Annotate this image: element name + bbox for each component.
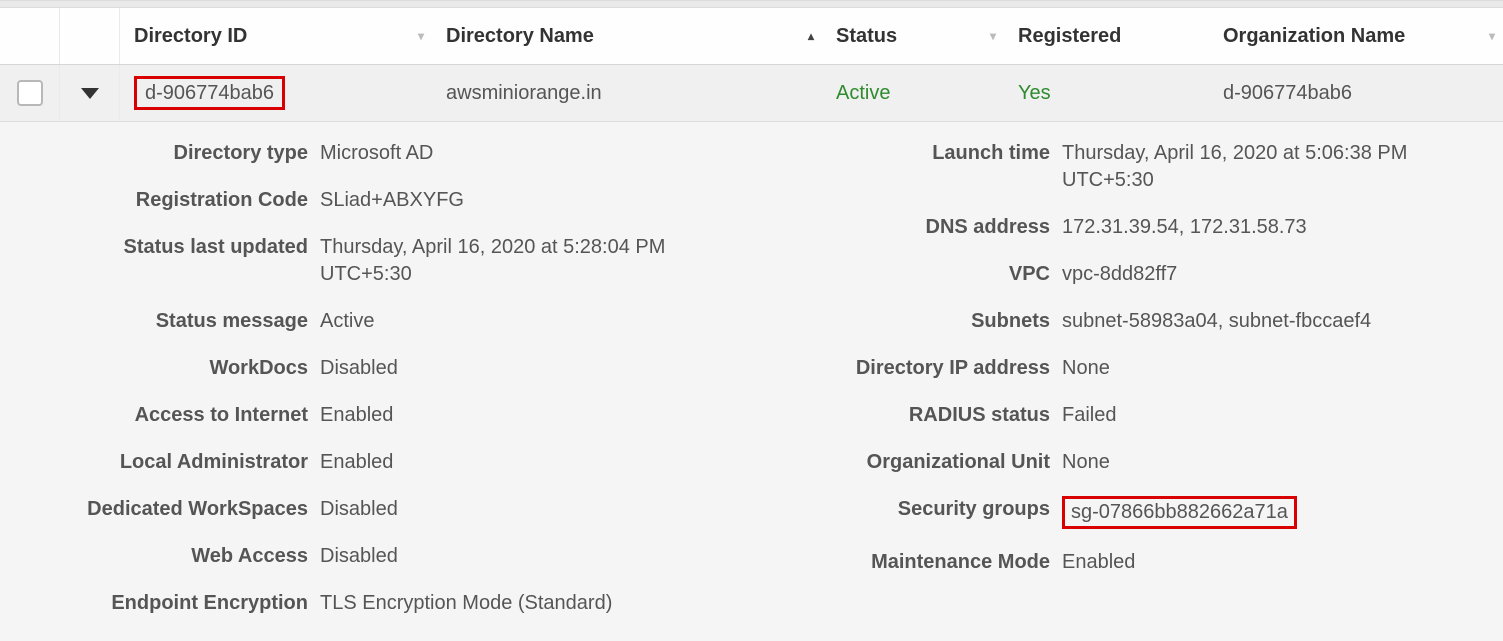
cell-directory-id: d-906774bab6: [134, 76, 285, 110]
column-status-label: Status: [836, 25, 897, 48]
detail-dedicated-workspaces: Dedicated WorkSpaces Disabled: [50, 496, 785, 523]
value-subnets: subnet-58983a04, subnet-fbccaef4: [1062, 308, 1371, 335]
sort-asc-icon: ▴: [808, 29, 814, 43]
column-registered-label: Registered: [1018, 25, 1121, 48]
detail-registration-code: Registration Code SLiad+ABXYFG: [50, 187, 785, 214]
details-col-right: Launch time Thursday, April 16, 2020 at …: [785, 140, 1503, 637]
sort-dropdown-icon: ▾: [990, 29, 996, 43]
detail-launch-time: Launch time Thursday, April 16, 2020 at …: [785, 140, 1493, 194]
column-directory-name[interactable]: Directory Name ▴: [432, 8, 822, 64]
value-security-groups: sg-07866bb882662a71a: [1062, 496, 1297, 529]
value-endpoint-encryption: TLS Encryption Mode (Standard): [320, 590, 612, 617]
column-directory-name-label: Directory Name: [446, 25, 594, 48]
cell-registered: Yes: [1018, 82, 1051, 105]
value-launch-time: Thursday, April 16, 2020 at 5:06:38 PM U…: [1062, 140, 1492, 194]
label-maintenance-mode: Maintenance Mode: [785, 549, 1062, 576]
detail-workdocs: WorkDocs Disabled: [50, 355, 785, 382]
detail-web-access: Web Access Disabled: [50, 543, 785, 570]
column-directory-id-label: Directory ID: [134, 25, 247, 48]
value-local-administrator: Enabled: [320, 449, 393, 476]
value-web-access: Disabled: [320, 543, 398, 570]
value-directory-type: Microsoft AD: [320, 140, 433, 167]
value-organizational-unit: None: [1062, 449, 1110, 476]
detail-security-groups: Security groups sg-07866bb882662a71a: [785, 496, 1493, 529]
label-access-to-internet: Access to Internet: [50, 402, 320, 429]
detail-organizational-unit: Organizational Unit None: [785, 449, 1493, 476]
value-workdocs: Disabled: [320, 355, 398, 382]
details-col-left: Directory type Microsoft AD Registration…: [50, 140, 785, 637]
label-launch-time: Launch time: [785, 140, 1062, 167]
value-status-last-updated: Thursday, April 16, 2020 at 5:28:04 PM U…: [320, 234, 750, 288]
detail-local-administrator: Local Administrator Enabled: [50, 449, 785, 476]
value-registration-code: SLiad+ABXYFG: [320, 187, 464, 214]
column-organization-name[interactable]: Organization Name ▾: [1209, 8, 1503, 64]
expand-row-icon[interactable]: [81, 88, 99, 99]
label-subnets: Subnets: [785, 308, 1062, 335]
label-vpc: VPC: [785, 261, 1062, 288]
detail-directory-type: Directory type Microsoft AD: [50, 140, 785, 167]
label-status-last-updated: Status last updated: [50, 234, 320, 261]
label-local-administrator: Local Administrator: [50, 449, 320, 476]
detail-endpoint-encryption: Endpoint Encryption TLS Encryption Mode …: [50, 590, 785, 617]
label-directory-type: Directory type: [50, 140, 320, 167]
value-dns-address: 172.31.39.54, 172.31.58.73: [1062, 214, 1307, 241]
cell-directory-name: awsminiorange.in: [446, 82, 602, 105]
sort-dropdown-icon: ▾: [418, 29, 424, 43]
top-divider: [0, 0, 1503, 8]
label-workdocs: WorkDocs: [50, 355, 320, 382]
column-registered[interactable]: Registered: [1004, 8, 1209, 64]
column-directory-id[interactable]: Directory ID ▾: [120, 8, 432, 64]
table-row[interactable]: d-906774bab6 awsminiorange.in Active Yes…: [0, 65, 1503, 122]
table-header: Directory ID ▾ Directory Name ▴ Status ▾…: [0, 8, 1503, 65]
header-expand-cell: [60, 8, 120, 64]
value-radius-status: Failed: [1062, 402, 1116, 429]
label-status-message: Status message: [50, 308, 320, 335]
cell-organization-name: d-906774bab6: [1223, 82, 1352, 105]
label-dedicated-workspaces: Dedicated WorkSpaces: [50, 496, 320, 523]
value-maintenance-mode: Enabled: [1062, 549, 1135, 576]
value-status-message: Active: [320, 308, 374, 335]
details-panel: Directory type Microsoft AD Registration…: [0, 122, 1503, 641]
detail-status-message: Status message Active: [50, 308, 785, 335]
label-security-groups: Security groups: [785, 496, 1062, 523]
label-organizational-unit: Organizational Unit: [785, 449, 1062, 476]
sort-dropdown-icon: ▾: [1489, 29, 1495, 43]
column-organization-name-label: Organization Name: [1223, 25, 1405, 48]
label-registration-code: Registration Code: [50, 187, 320, 214]
header-checkbox-cell: [0, 8, 60, 64]
detail-access-to-internet: Access to Internet Enabled: [50, 402, 785, 429]
detail-dns-address: DNS address 172.31.39.54, 172.31.58.73: [785, 214, 1493, 241]
value-security-groups-text: sg-07866bb882662a71a: [1062, 496, 1297, 529]
detail-radius-status: RADIUS status Failed: [785, 402, 1493, 429]
detail-subnets: Subnets subnet-58983a04, subnet-fbccaef4: [785, 308, 1493, 335]
detail-status-last-updated: Status last updated Thursday, April 16, …: [50, 234, 785, 288]
label-dns-address: DNS address: [785, 214, 1062, 241]
cell-status: Active: [836, 82, 890, 105]
value-directory-ip-address: None: [1062, 355, 1110, 382]
value-dedicated-workspaces: Disabled: [320, 496, 398, 523]
detail-maintenance-mode: Maintenance Mode Enabled: [785, 549, 1493, 576]
label-radius-status: RADIUS status: [785, 402, 1062, 429]
value-access-to-internet: Enabled: [320, 402, 393, 429]
row-select-checkbox[interactable]: [17, 80, 43, 106]
label-directory-ip-address: Directory IP address: [785, 355, 1062, 382]
column-status[interactable]: Status ▾: [822, 8, 1004, 64]
detail-directory-ip-address: Directory IP address None: [785, 355, 1493, 382]
label-web-access: Web Access: [50, 543, 320, 570]
label-endpoint-encryption: Endpoint Encryption: [50, 590, 320, 617]
value-vpc: vpc-8dd82ff7: [1062, 261, 1177, 288]
detail-vpc: VPC vpc-8dd82ff7: [785, 261, 1493, 288]
